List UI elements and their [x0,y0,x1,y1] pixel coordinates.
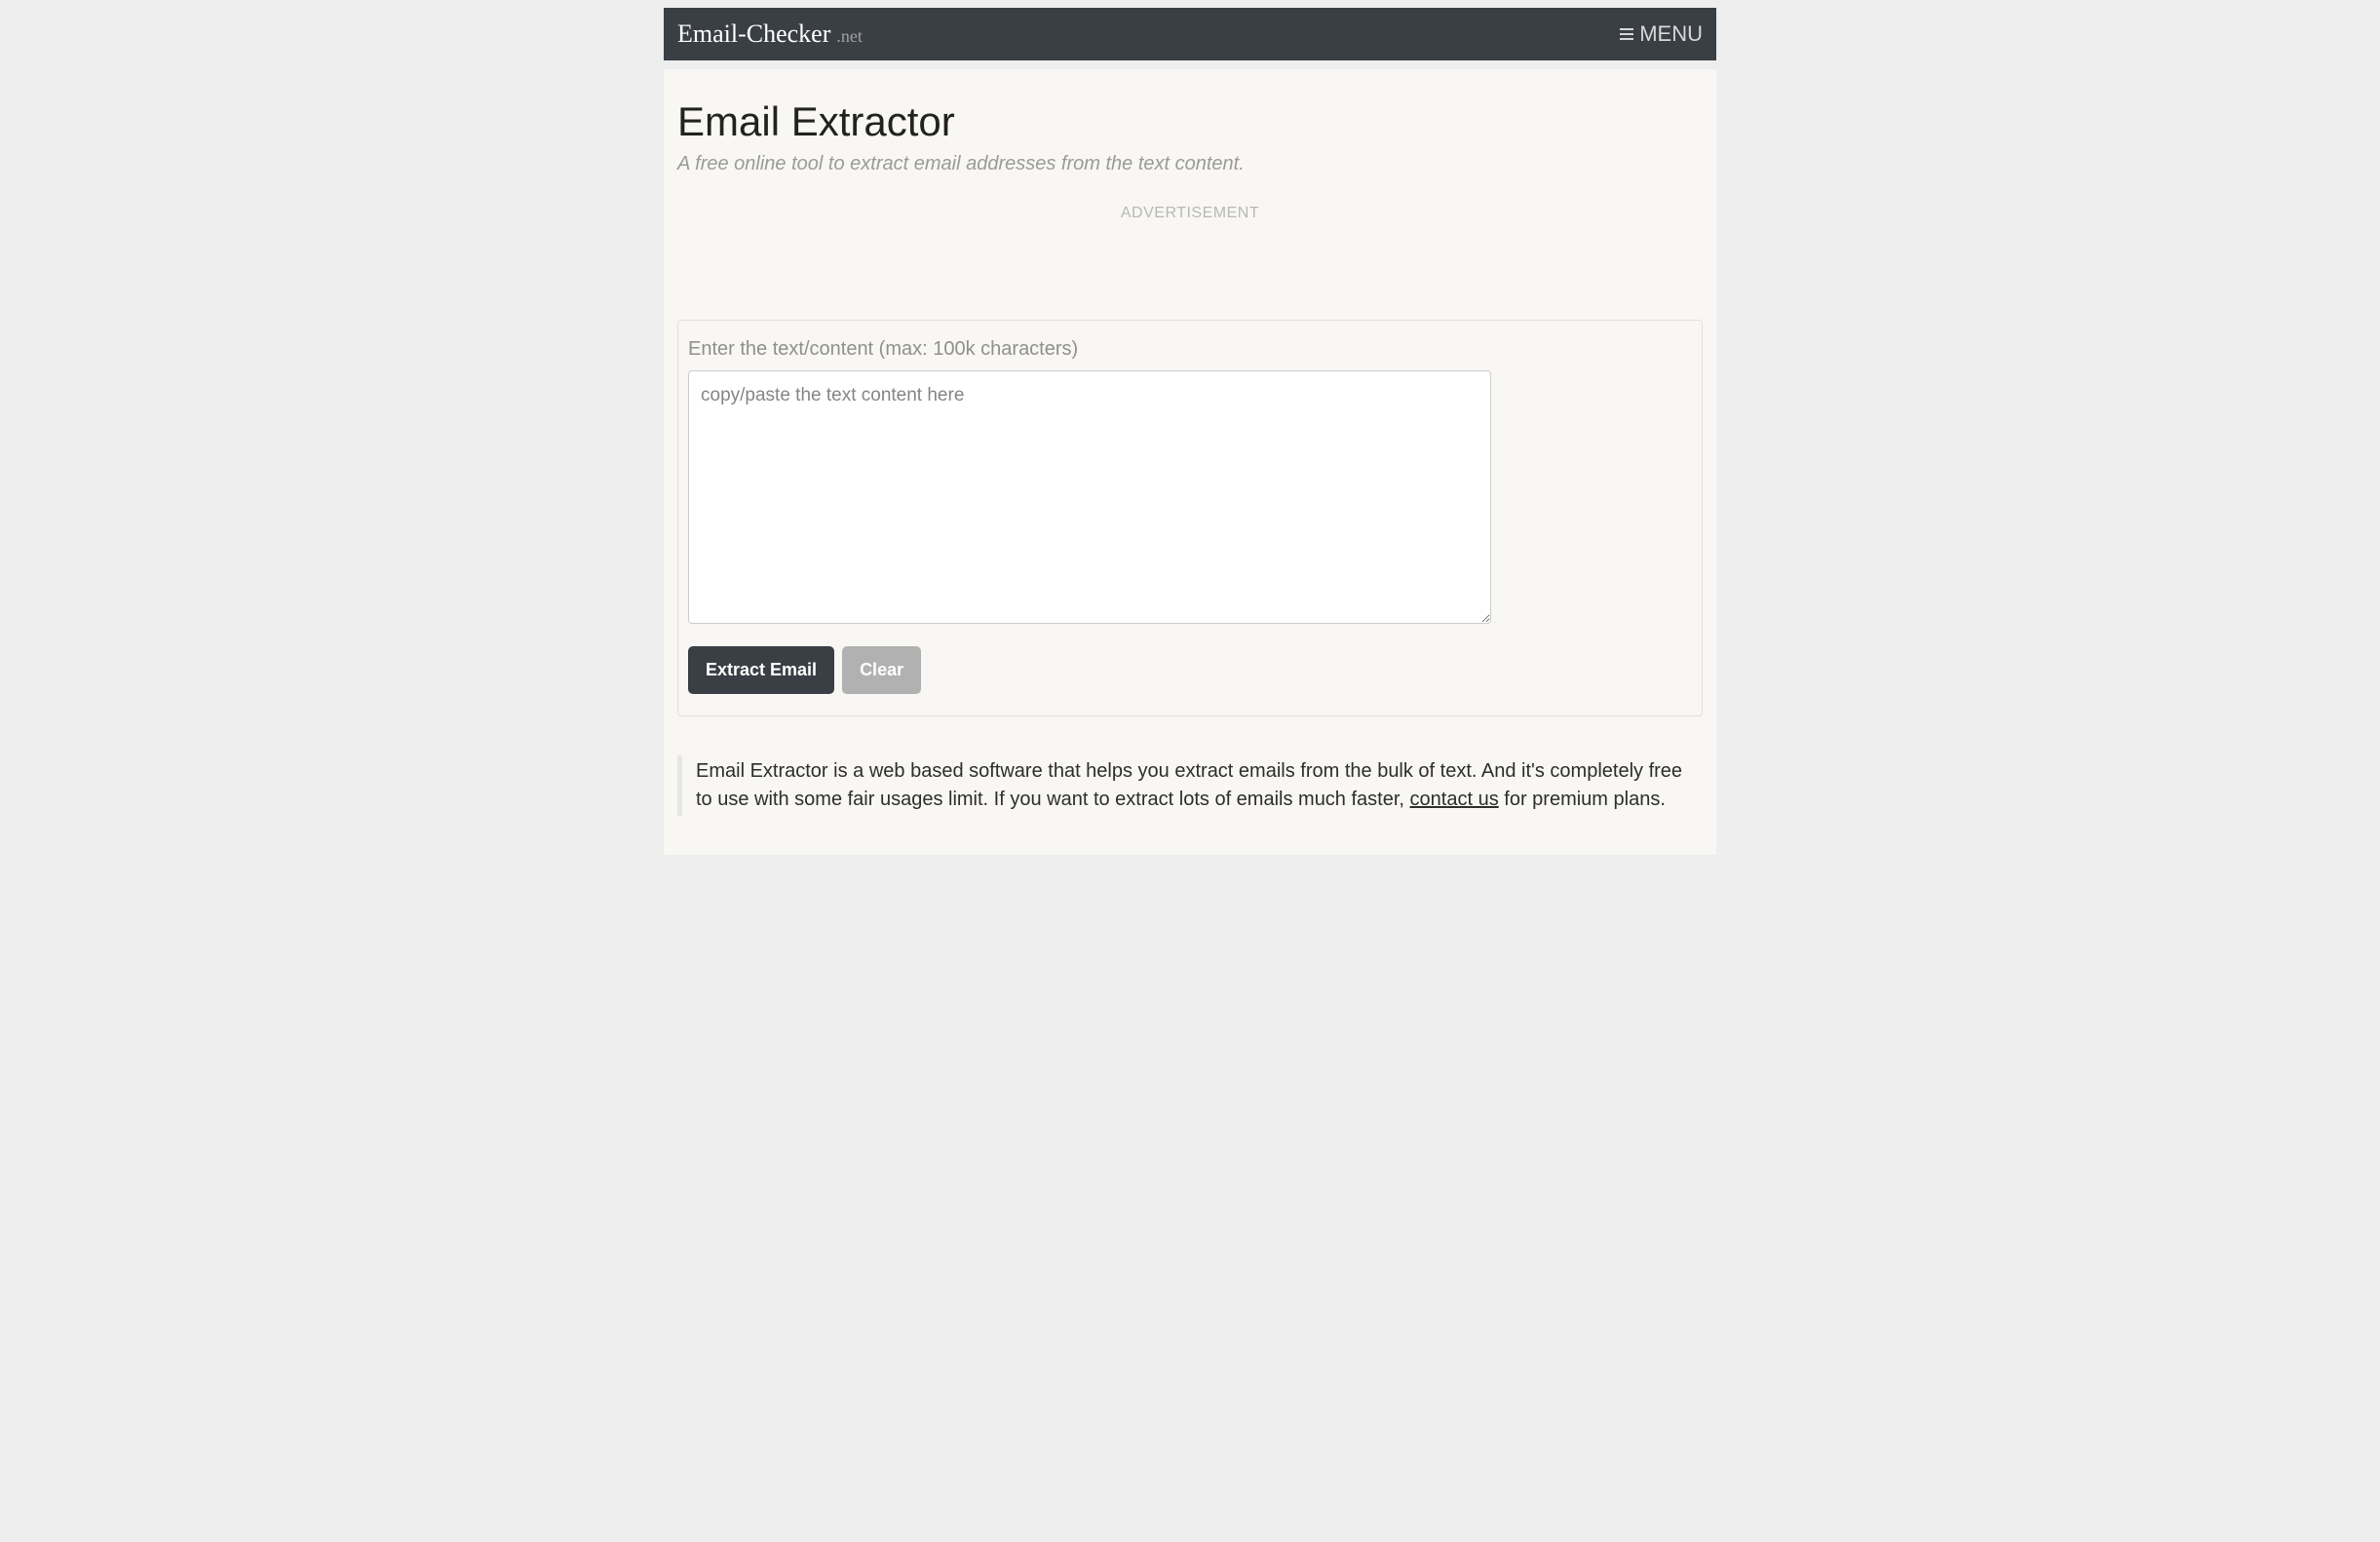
extractor-form: Enter the text/content (max: 100k charac… [677,320,1703,716]
logo-suffix-text: .net [836,26,863,47]
logo-main-text: Email-Checker [677,19,830,49]
extract-email-button[interactable]: Extract Email [688,646,834,694]
textarea-label: Enter the text/content (max: 100k charac… [688,338,1692,361]
content-textarea[interactable] [688,370,1491,624]
page-title: Email Extractor [677,98,1703,145]
description-blockquote: Email Extractor is a web based software … [677,755,1703,816]
main-content: Email Extractor A free online tool to ex… [664,69,1716,855]
menu-label: MENU [1639,21,1703,47]
page-container: Email-Checker .net MENU Email Extractor … [664,8,1716,855]
site-logo[interactable]: Email-Checker .net [677,19,863,49]
page-subtitle: A free online tool to extract email addr… [677,153,1703,175]
menu-button[interactable]: MENU [1620,21,1703,47]
header-bar: Email-Checker .net MENU [664,8,1716,60]
button-row: Extract Email Clear [688,646,1692,694]
advertisement-label: ADVERTISEMENT [677,205,1703,222]
contact-us-link[interactable]: contact us [1410,789,1499,810]
description-text-after: for premium plans. [1499,789,1666,810]
hamburger-icon [1620,28,1633,40]
clear-button[interactable]: Clear [842,646,921,694]
